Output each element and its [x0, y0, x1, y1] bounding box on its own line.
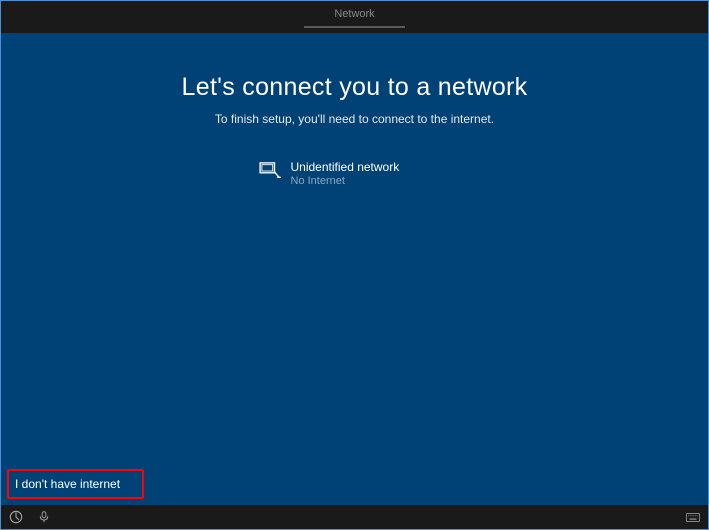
header-bar: Network	[1, 1, 708, 33]
page-subtitle: To finish setup, you'll need to connect …	[1, 112, 708, 126]
keyboard-icon[interactable]	[686, 510, 700, 524]
tab-network[interactable]: Network	[334, 8, 374, 26]
network-name: Unidentified network	[291, 160, 400, 174]
network-text: Unidentified network No Internet	[291, 160, 400, 187]
footer-bar	[1, 505, 708, 529]
ethernet-icon	[259, 162, 281, 180]
main-content: Let's connect you to a network To finish…	[1, 33, 708, 191]
network-list: Unidentified network No Internet	[1, 156, 708, 191]
tab-label: Network	[334, 8, 374, 20]
skip-internet-button[interactable]: I don't have internet	[7, 469, 144, 499]
page-title: Let's connect you to a network	[1, 73, 708, 102]
bottom-actions: I don't have internet	[7, 469, 144, 499]
microphone-icon[interactable]	[37, 510, 51, 524]
network-status: No Internet	[291, 175, 400, 187]
ease-of-access-icon[interactable]	[9, 510, 23, 524]
network-item[interactable]: Unidentified network No Internet	[255, 156, 455, 191]
